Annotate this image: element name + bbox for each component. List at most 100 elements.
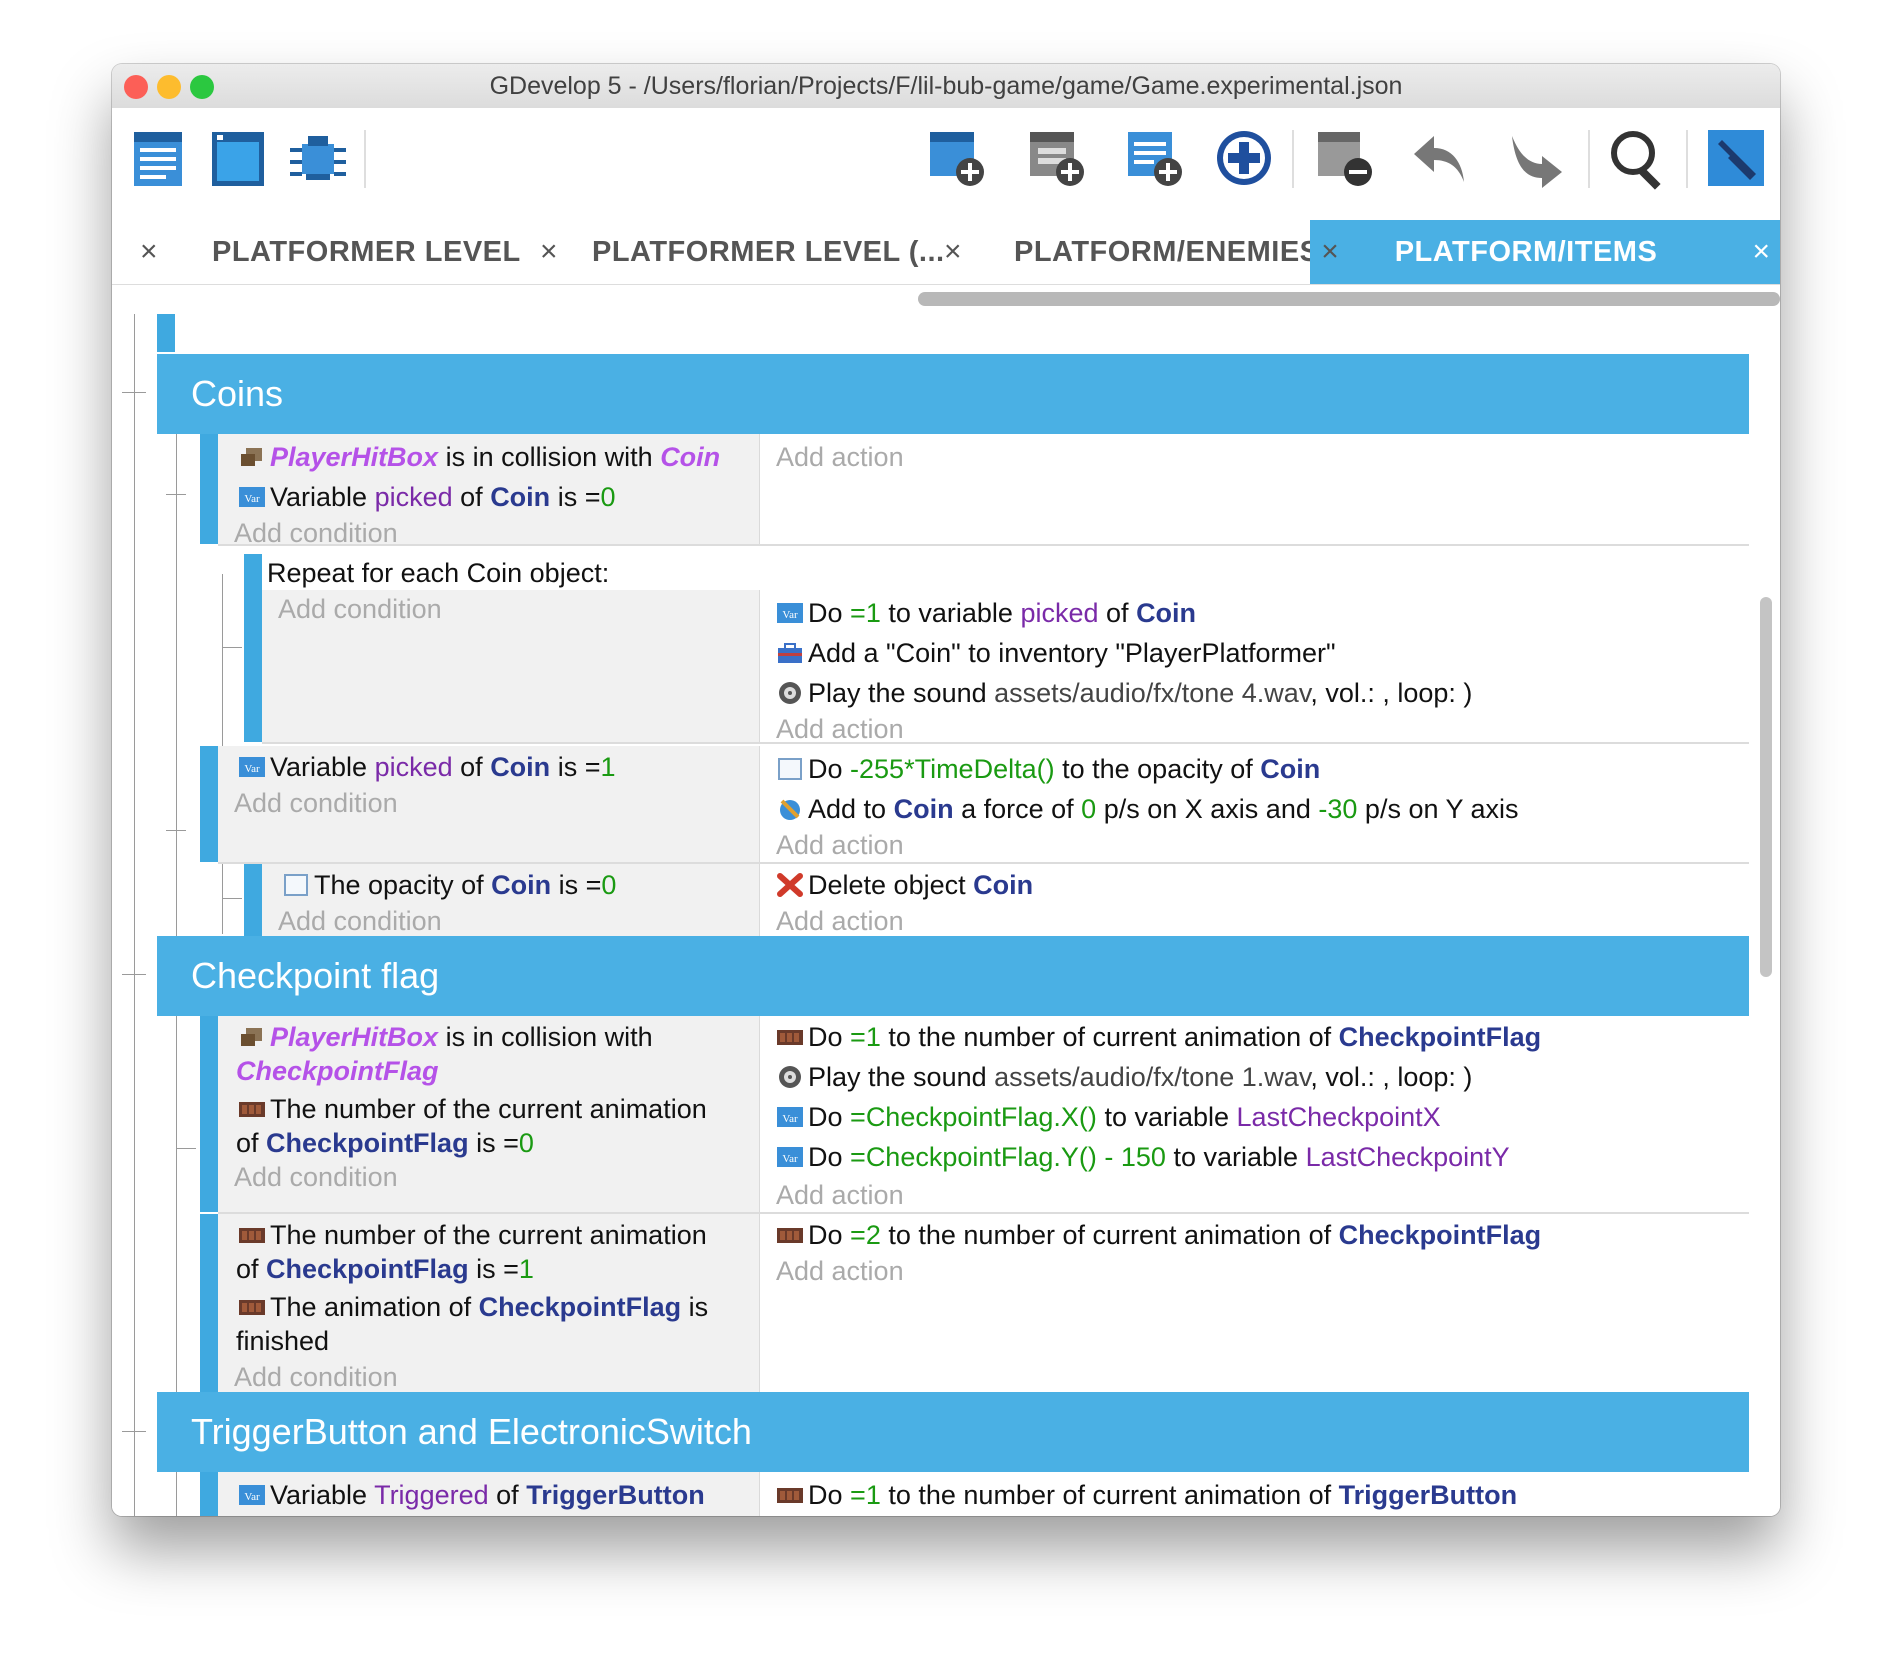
action-delete-object[interactable]: Delete object Coin <box>776 868 1033 902</box>
tab-platformer-level[interactable]: × PLATFORMER LEVEL <box>112 220 520 284</box>
divider <box>759 590 760 742</box>
animation-icon <box>239 1228 265 1243</box>
repeat-header[interactable]: Repeat for each Coin object: <box>267 556 609 590</box>
add-condition-link[interactable]: Add condition <box>278 904 442 938</box>
project-manager-icon[interactable] <box>126 126 190 190</box>
sound-icon <box>779 682 801 704</box>
variable-icon: Var <box>777 1147 803 1167</box>
delete-event-icon[interactable] <box>1312 126 1376 190</box>
action-set-variable-y[interactable]: Var Do =CheckpointFlag.Y() - 150 to varia… <box>776 1140 1510 1174</box>
events-sheet-scrollbar[interactable] <box>1760 597 1772 977</box>
variable-icon: Var <box>777 1107 803 1127</box>
tab-close-icon[interactable]: × <box>1752 220 1770 284</box>
add-action-link[interactable]: Add action <box>776 904 904 938</box>
event-bar[interactable] <box>200 434 218 544</box>
tab-close-icon[interactable]: × <box>140 220 158 284</box>
condition-collision[interactable]: PlayerHitBox is in collision with Coin <box>238 440 720 474</box>
add-condition-link[interactable]: Add condition <box>234 1360 398 1394</box>
tab-bar-scrollbar[interactable] <box>918 292 1780 306</box>
tree-line <box>222 898 242 899</box>
svg-text:Var: Var <box>782 1113 798 1125</box>
condition-animation-finished[interactable]: The animation of CheckpointFlag is <box>238 1290 708 1324</box>
event-bar[interactable] <box>200 1472 218 1516</box>
tab-platform-items[interactable]: × PLATFORM/ITEMS × <box>1310 220 1780 284</box>
tree-line <box>166 494 186 495</box>
window-title: GDevelop 5 - /Users/florian/Projects/F/l… <box>489 72 1403 100</box>
action-set-variable-x[interactable]: Var Do =CheckpointFlag.X() to variable La… <box>776 1100 1441 1134</box>
event-bar[interactable] <box>157 314 175 352</box>
action-play-sound[interactable]: Play the sound assets/audio/fx/tone 1.wa… <box>776 1060 1472 1094</box>
tab-platformer-level-2[interactable]: × PLATFORMER LEVEL (... <box>510 220 944 284</box>
tree-line <box>176 1148 196 1149</box>
search-icon[interactable] <box>1606 126 1670 190</box>
condition-variable[interactable]: Var Variable picked of Coin is =0 <box>238 480 616 514</box>
group-coins[interactable]: Coins <box>157 354 1749 434</box>
action-opacity[interactable]: Do -255*TimeDelta() to the opacity of Co… <box>776 752 1320 786</box>
add-condition-link[interactable]: Add condition <box>234 786 398 820</box>
action-play-sound[interactable]: Play the sound assets/audio/fx/tone 4.wa… <box>776 676 1472 710</box>
group-checkpoint-flag[interactable]: Checkpoint flag <box>157 936 1749 1016</box>
divider <box>759 1472 760 1516</box>
sound-icon <box>779 1066 801 1088</box>
event-bar[interactable] <box>200 1016 218 1212</box>
tab-close-icon[interactable]: × <box>540 220 558 284</box>
group-triggerbutton[interactable]: TriggerButton and ElectronicSwitch <box>157 1392 1749 1472</box>
opacity-icon <box>778 758 802 780</box>
variable-icon: Var <box>239 1485 265 1505</box>
condition-variable[interactable]: Var Variable Triggered of TriggerButton <box>238 1478 705 1512</box>
action-set-animation[interactable]: Do =2 to the number of current animation… <box>776 1218 1541 1252</box>
tab-label: PLATFORMER LEVEL <box>212 236 521 268</box>
gdevelop-window: GDevelop 5 - /Users/florian/Projects/F/l… <box>112 64 1780 1516</box>
add-event-icon[interactable] <box>924 126 988 190</box>
tab-divider <box>112 284 1780 285</box>
condition-animation-number[interactable]: The number of the current animation <box>238 1092 707 1126</box>
tab-close-icon[interactable]: × <box>944 220 962 284</box>
settings-wrench-icon[interactable] <box>1704 126 1768 190</box>
debugger-icon[interactable] <box>286 126 350 190</box>
add-condition-link[interactable]: Add condition <box>278 592 442 626</box>
add-condition-link[interactable]: Add condition <box>234 1160 398 1194</box>
add-comment-icon[interactable] <box>1122 126 1186 190</box>
add-action-link[interactable]: Add action <box>776 712 904 746</box>
toolbar-separator <box>1292 130 1294 188</box>
divider <box>759 1214 760 1392</box>
event-bar[interactable] <box>244 554 262 742</box>
event-bar[interactable] <box>200 746 218 862</box>
variable-icon: Var <box>777 603 803 623</box>
add-action-link[interactable]: Add action <box>776 440 904 474</box>
event-divider <box>262 742 1749 744</box>
divider <box>759 1016 760 1212</box>
svg-text:Var: Var <box>244 763 260 775</box>
animation-icon <box>239 1102 265 1117</box>
tab-label: PLATFORM/ITEMS <box>1394 236 1658 268</box>
condition-animation-number-line2: of CheckpointFlag is =1 <box>236 1254 534 1284</box>
svg-text:Var: Var <box>244 493 260 505</box>
action-add-force[interactable]: Add to Coin a force of 0 p/s on X axis a… <box>776 792 1519 826</box>
event-divider <box>218 544 1749 546</box>
action-set-animation[interactable]: Do =1 to the number of current animation… <box>776 1020 1541 1054</box>
action-set-animation[interactable]: Do =1 to the number of current animation… <box>776 1478 1517 1512</box>
add-action-link[interactable]: Add action <box>776 1178 904 1212</box>
add-action-link[interactable]: Add action <box>776 1254 904 1288</box>
tree-line <box>122 1431 146 1432</box>
add-other-icon[interactable] <box>1212 126 1276 190</box>
tree-line <box>166 830 186 831</box>
add-subevent-icon[interactable] <box>1024 126 1088 190</box>
scene-editor-icon[interactable] <box>206 126 270 190</box>
condition-animation-number[interactable]: The number of the current animation <box>238 1218 707 1252</box>
opacity-icon <box>284 874 308 896</box>
force-icon <box>780 799 800 820</box>
action-inventory[interactable]: Add a "Coin" to inventory "PlayerPlatfor… <box>776 636 1336 670</box>
action-set-variable[interactable]: Var Do =1 to variable picked of Coin <box>776 596 1196 630</box>
collision-icon <box>241 1028 262 1046</box>
condition-opacity[interactable]: The opacity of Coin is =0 <box>282 868 616 902</box>
event-bar[interactable] <box>200 1214 218 1392</box>
undo-icon[interactable] <box>1408 126 1472 190</box>
variable-icon: Var <box>239 487 265 507</box>
redo-icon[interactable] <box>1504 126 1568 190</box>
condition-variable[interactable]: Var Variable picked of Coin is =1 <box>238 750 616 784</box>
event-bar[interactable] <box>244 864 262 936</box>
tab-platform-enemies[interactable]: × PLATFORM/ENEMIES <box>910 220 1319 284</box>
condition-collision[interactable]: PlayerHitBox is in collision with <box>238 1020 653 1054</box>
add-action-link[interactable]: Add action <box>776 828 904 862</box>
